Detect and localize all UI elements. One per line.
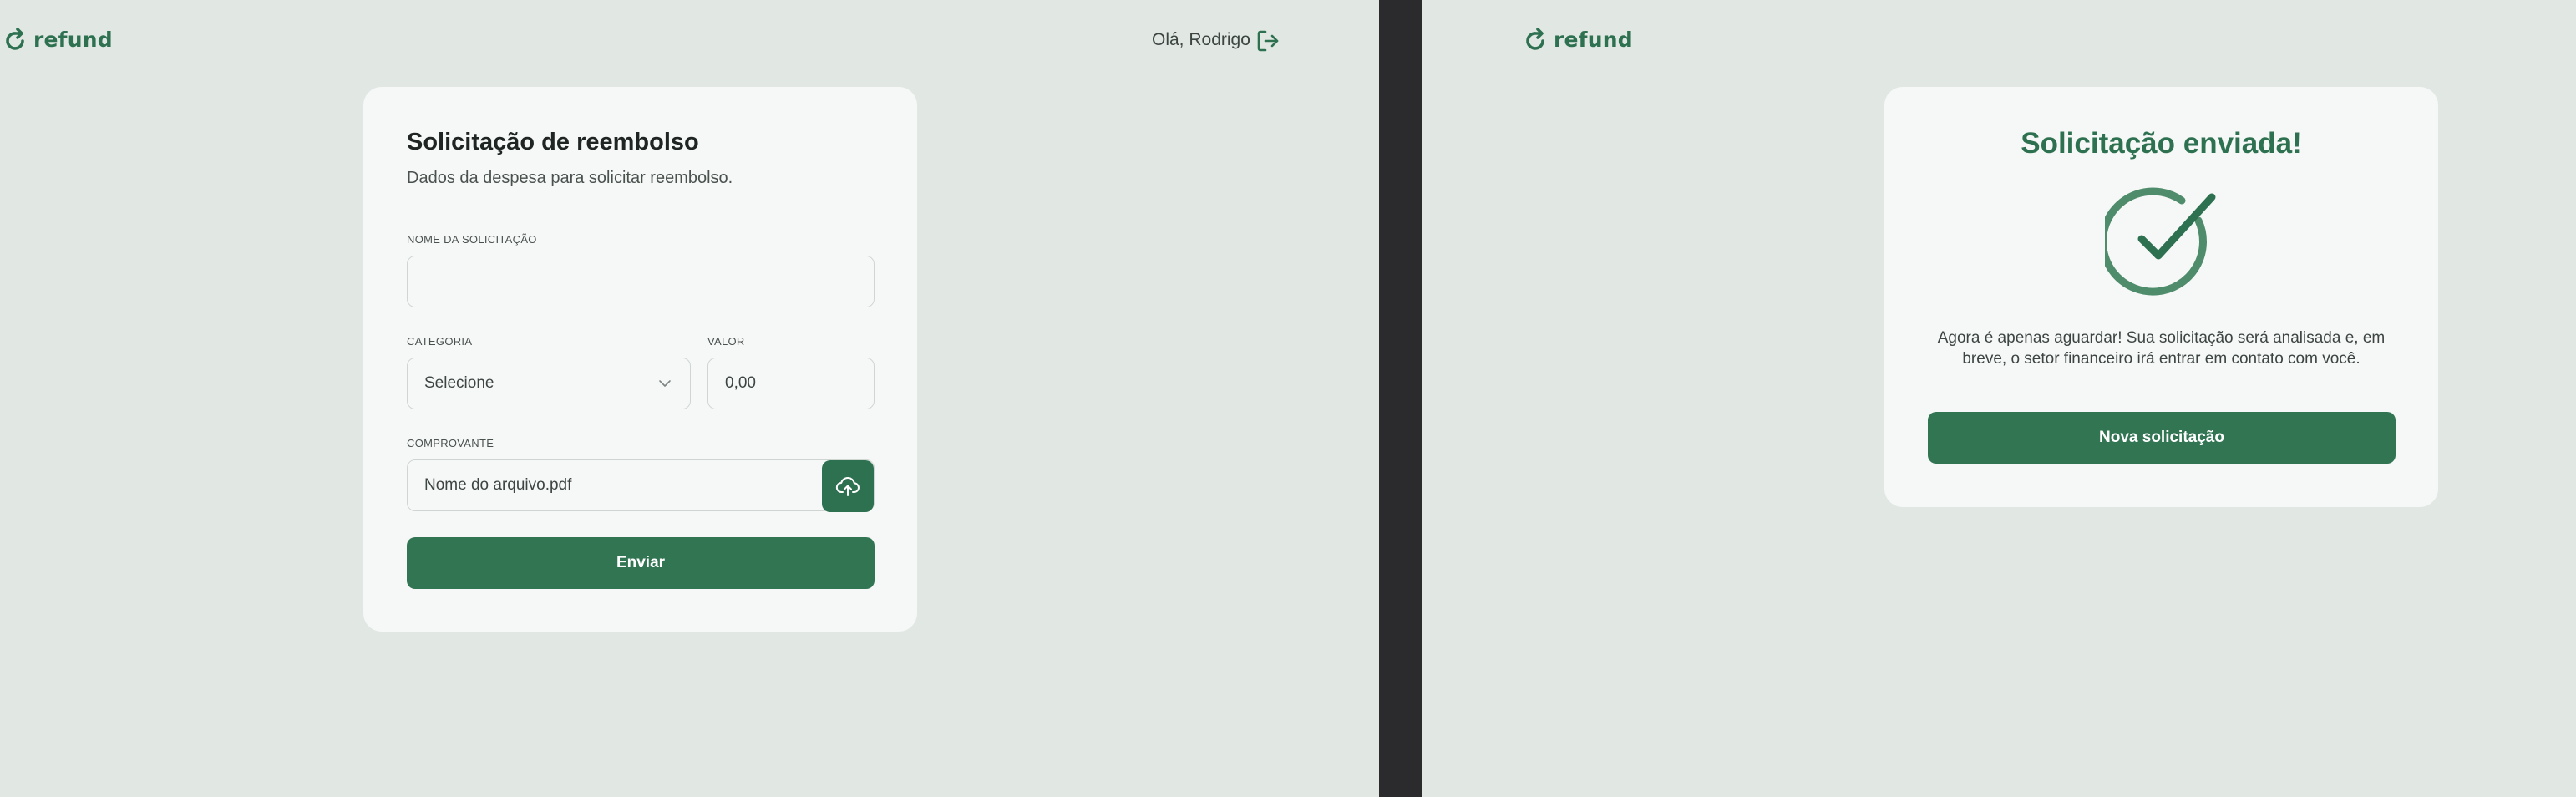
logout-icon (1257, 30, 1279, 52)
logo-text: refund (1554, 27, 1633, 52)
request-name-input[interactable] (407, 256, 875, 307)
receipt-filename: Nome do arquivo.pdf (424, 476, 572, 494)
refund-form-card: Solicitação de reembolso Dados da despes… (363, 87, 917, 632)
screen-divider (1379, 0, 1422, 797)
upload-button[interactable] (822, 460, 874, 512)
logout-button[interactable] (1255, 28, 1281, 54)
category-selected-value: Selecione (424, 374, 494, 392)
receipt-file-field[interactable]: Nome do arquivo.pdf (407, 459, 875, 512)
user-greeting: Olá, Rodrigo (1152, 30, 1250, 49)
success-message: Agora é apenas aguardar! Sua solicitação… (1937, 329, 2386, 368)
name-label: NOME DA SOLICITAÇÃO (407, 233, 537, 246)
chevron-down-icon (659, 380, 671, 387)
amount-label: VALOR (707, 335, 745, 348)
success-title: Solicitação enviada! (2021, 127, 2302, 160)
success-card: Solicitação enviada! Agora é apenas agua… (1884, 87, 2438, 507)
receipt-label: COMPROVANTE (407, 437, 494, 449)
new-request-button[interactable]: Nova solicitação (1928, 412, 2396, 464)
category-select[interactable]: Selecione (407, 358, 691, 409)
logo-text: refund (33, 27, 113, 52)
form-title: Solicitação de reembolso (407, 129, 699, 155)
amount-value: 0,00 (725, 374, 756, 392)
check-circle-icon (2099, 185, 2219, 299)
submit-button[interactable]: Enviar (407, 537, 875, 589)
category-label: CATEGORIA (407, 335, 473, 348)
refund-logo-icon (1526, 28, 1544, 50)
success-screen: refund Solicitação enviada! Agora é apen… (1422, 0, 2576, 797)
amount-input[interactable]: 0,00 (707, 358, 875, 409)
form-subtitle: Dados da despesa para solicitar reembols… (407, 169, 733, 187)
form-screen: refund Olá, Rodrigo Solicitação de reemb… (0, 0, 1379, 797)
cloud-upload-icon (835, 476, 860, 496)
app-logo[interactable]: refund (1525, 27, 1633, 52)
app-logo[interactable]: refund (5, 27, 113, 52)
refund-logo-icon (6, 28, 24, 50)
